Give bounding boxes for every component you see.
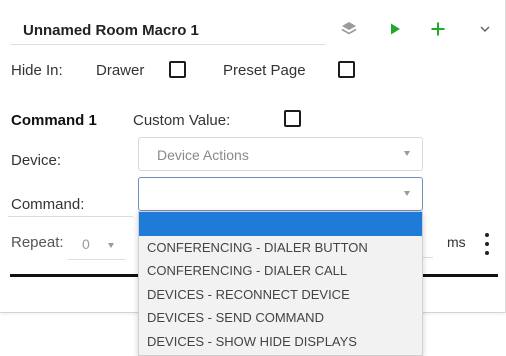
repeat-label: Repeat: (11, 234, 64, 251)
dropdown-option[interactable]: DEVICES - SEND COMMAND (139, 306, 422, 330)
preset-page-checkbox[interactable] (338, 61, 355, 78)
command-select[interactable] (138, 177, 423, 211)
command-dropdown-menu: CONFERENCING - DIALER BUTTON CONFERENCIN… (138, 211, 423, 356)
preset-page-label: Preset Page (223, 62, 306, 79)
hide-in-label: Hide In: (11, 62, 63, 79)
custom-value-label: Custom Value: (133, 112, 231, 129)
dropdown-option[interactable]: CONFERENCING - DIALER BUTTON (139, 236, 422, 260)
dropdown-option[interactable]: CONFERENCING - DIALER CALL (139, 259, 422, 283)
dropdown-option[interactable] (139, 212, 422, 236)
device-select-value: Device Actions (157, 147, 249, 163)
ms-label: ms (447, 234, 466, 250)
drawer-checkbox[interactable] (169, 61, 186, 78)
dropdown-option[interactable]: DEVICES - SHOW HIDE DISPLAYS (139, 330, 422, 354)
custom-value-checkbox[interactable] (284, 110, 301, 127)
caret-down-icon (404, 151, 410, 156)
ms-input[interactable] (423, 257, 433, 258)
plus-icon[interactable] (427, 18, 449, 40)
macro-title[interactable]: Unnamed Room Macro 1 (23, 22, 199, 39)
more-vertical-icon[interactable] (482, 233, 492, 255)
play-icon[interactable] (384, 18, 406, 40)
layers-icon[interactable] (338, 18, 360, 40)
dropdown-option[interactable]: DEVICES - RECONNECT DEVICE (139, 283, 422, 307)
command-field-underline (8, 216, 133, 217)
command-title: Command 1 (11, 112, 97, 129)
command-label: Command: (11, 196, 85, 213)
drawer-label: Drawer (96, 62, 145, 79)
title-underline (10, 44, 326, 45)
caret-down-icon (404, 191, 410, 196)
repeat-select[interactable]: 0 (68, 230, 126, 260)
device-select[interactable]: Device Actions (138, 137, 423, 171)
chevron-down-icon[interactable] (474, 18, 496, 40)
device-label: Device: (11, 152, 62, 169)
repeat-value: 0 (82, 236, 90, 252)
caret-down-icon (108, 243, 114, 248)
